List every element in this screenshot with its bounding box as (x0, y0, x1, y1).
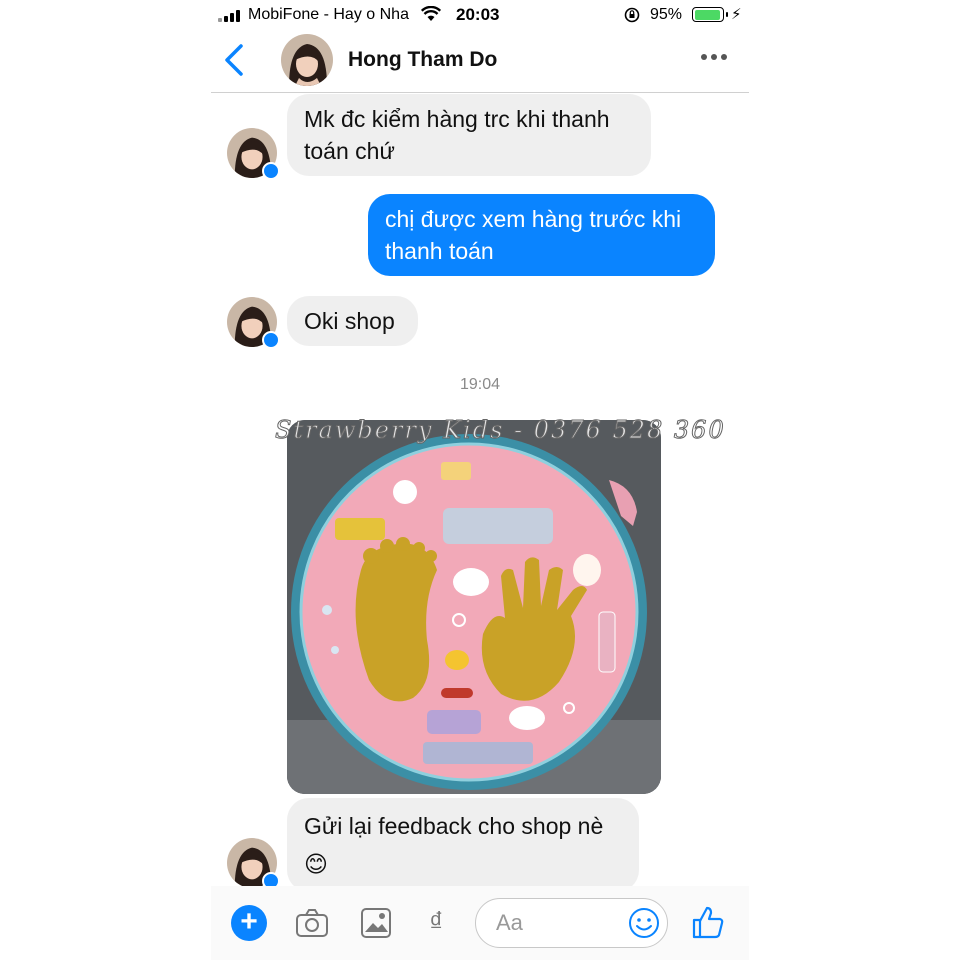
conversation-header: Hong Tham Do (211, 30, 749, 93)
message-bubble-incoming[interactable]: Mk đc kiểm hàng trc khi thanh toán chứ (287, 94, 651, 176)
contact-avatar[interactable] (281, 34, 333, 86)
wifi-icon (421, 6, 441, 21)
charging-icon: ⚡ (731, 6, 742, 23)
contact-avatar-small[interactable] (227, 838, 280, 890)
plus-icon[interactable]: + (231, 905, 267, 941)
handprint-frame-image (287, 420, 661, 794)
payment-icon[interactable]: ₫ (429, 906, 443, 938)
messenger-badge-icon (262, 162, 280, 180)
battery-icon (692, 7, 728, 22)
message-line: 😊 (304, 851, 328, 877)
battery-percent: 95% (650, 6, 683, 23)
photo-message[interactable] (287, 420, 661, 794)
message-line: toán chứ (304, 138, 395, 164)
message-bubble-incoming[interactable]: Oki shop (287, 296, 418, 346)
message-bubble-incoming[interactable]: Gửi lại feedback cho shop nè 😊 (287, 798, 639, 892)
message-input-placeholder: Aa (496, 910, 523, 935)
gallery-icon[interactable] (359, 906, 393, 940)
messenger-screen: MobiFone - Hay o Nha 20:03 95% ⚡ Hong Th… (211, 0, 749, 960)
contact-avatar-small[interactable] (227, 128, 280, 180)
emoji-icon[interactable] (628, 907, 660, 939)
messenger-badge-icon (262, 331, 280, 349)
message-line: chị được xem hàng trước khi (385, 206, 682, 232)
carrier-label: MobiFone - Hay o Nha (248, 6, 409, 23)
message-line: Oki shop (304, 308, 395, 334)
clock: 20:03 (456, 5, 500, 24)
back-button[interactable] (221, 42, 247, 78)
contact-avatar-small[interactable] (227, 297, 280, 349)
like-icon[interactable] (691, 904, 725, 940)
message-input[interactable]: Aa (475, 898, 668, 948)
message-line: thanh toán (385, 238, 494, 264)
message-timestamp: 19:04 (459, 376, 501, 393)
contact-name: Hong Tham Do (348, 48, 498, 71)
rotation-lock-icon (624, 7, 640, 23)
status-bar: MobiFone - Hay o Nha 20:03 95% ⚡ (211, 0, 749, 30)
more-dots-icon[interactable] (701, 54, 727, 60)
message-bubble-outgoing[interactable]: chị được xem hàng trước khi thanh toán (368, 194, 715, 276)
signal-icon (218, 10, 240, 22)
message-composer: + ₫ Aa (211, 886, 749, 960)
watermark-text: Strawberry Kids - 0376 528 360 (275, 416, 726, 445)
camera-icon[interactable] (295, 906, 329, 940)
message-line: Mk đc kiểm hàng trc khi thanh (304, 106, 610, 132)
message-line: Gửi lại feedback cho shop nè (304, 813, 604, 839)
